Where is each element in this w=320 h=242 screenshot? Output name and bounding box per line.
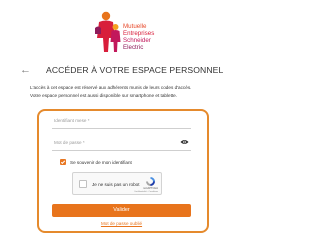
- back-arrow-icon[interactable]: ←: [20, 64, 31, 76]
- intro-line-1: L'accès à cet espace est réservé aux adh…: [30, 85, 192, 90]
- family-logo-icon: [95, 11, 121, 52]
- password-field[interactable]: Mot de passe *: [52, 136, 191, 151]
- recaptcha-checkbox[interactable]: [79, 180, 87, 188]
- eye-icon[interactable]: [180, 139, 189, 145]
- logo-line-2: Entreprises: [123, 30, 155, 37]
- password-placeholder: Mot de passe *: [54, 140, 85, 145]
- logo-line-4: Electric: [123, 44, 144, 51]
- logo-wordmark: Mutuelle Entreprises Schneider Electric: [123, 23, 154, 51]
- logo-line-1: Mutuelle: [123, 23, 147, 30]
- recaptcha-widget: Je ne suis pas un robot reCAPTCHA Confid…: [72, 172, 162, 195]
- logo-line-3: Schneider: [123, 37, 151, 44]
- login-placeholder: Identifiant mese *: [54, 118, 90, 123]
- mutuelle-logo: Mutuelle Entreprises Schneider Electric: [93, 4, 173, 60]
- submit-button[interactable]: Valider: [52, 204, 191, 217]
- remember-checkbox[interactable]: [60, 159, 66, 165]
- recaptcha-icon: [146, 177, 155, 186]
- intro-text: L'accès à cet espace est réservé aux adh…: [30, 84, 226, 99]
- remember-label: Se souvenir de mon identifiant: [70, 159, 132, 165]
- page-title: ACCÉDER À VOTRE ESPACE PERSONNEL: [46, 65, 224, 75]
- login-page: Mutuelle Entreprises Schneider Electric …: [0, 0, 245, 242]
- remember-me[interactable]: Se souvenir de mon identifiant: [60, 158, 132, 166]
- forgot-password-link[interactable]: Mot de passe oublié: [52, 221, 191, 226]
- login-field[interactable]: Identifiant mese *: [52, 114, 191, 129]
- recaptcha-terms-link[interactable]: Confidentialité - Conditions: [134, 191, 158, 193]
- recaptcha-label: Je ne suis pas un robot: [92, 181, 140, 187]
- intro-line-2: Votre espace personnel est aussi disponi…: [30, 92, 178, 98]
